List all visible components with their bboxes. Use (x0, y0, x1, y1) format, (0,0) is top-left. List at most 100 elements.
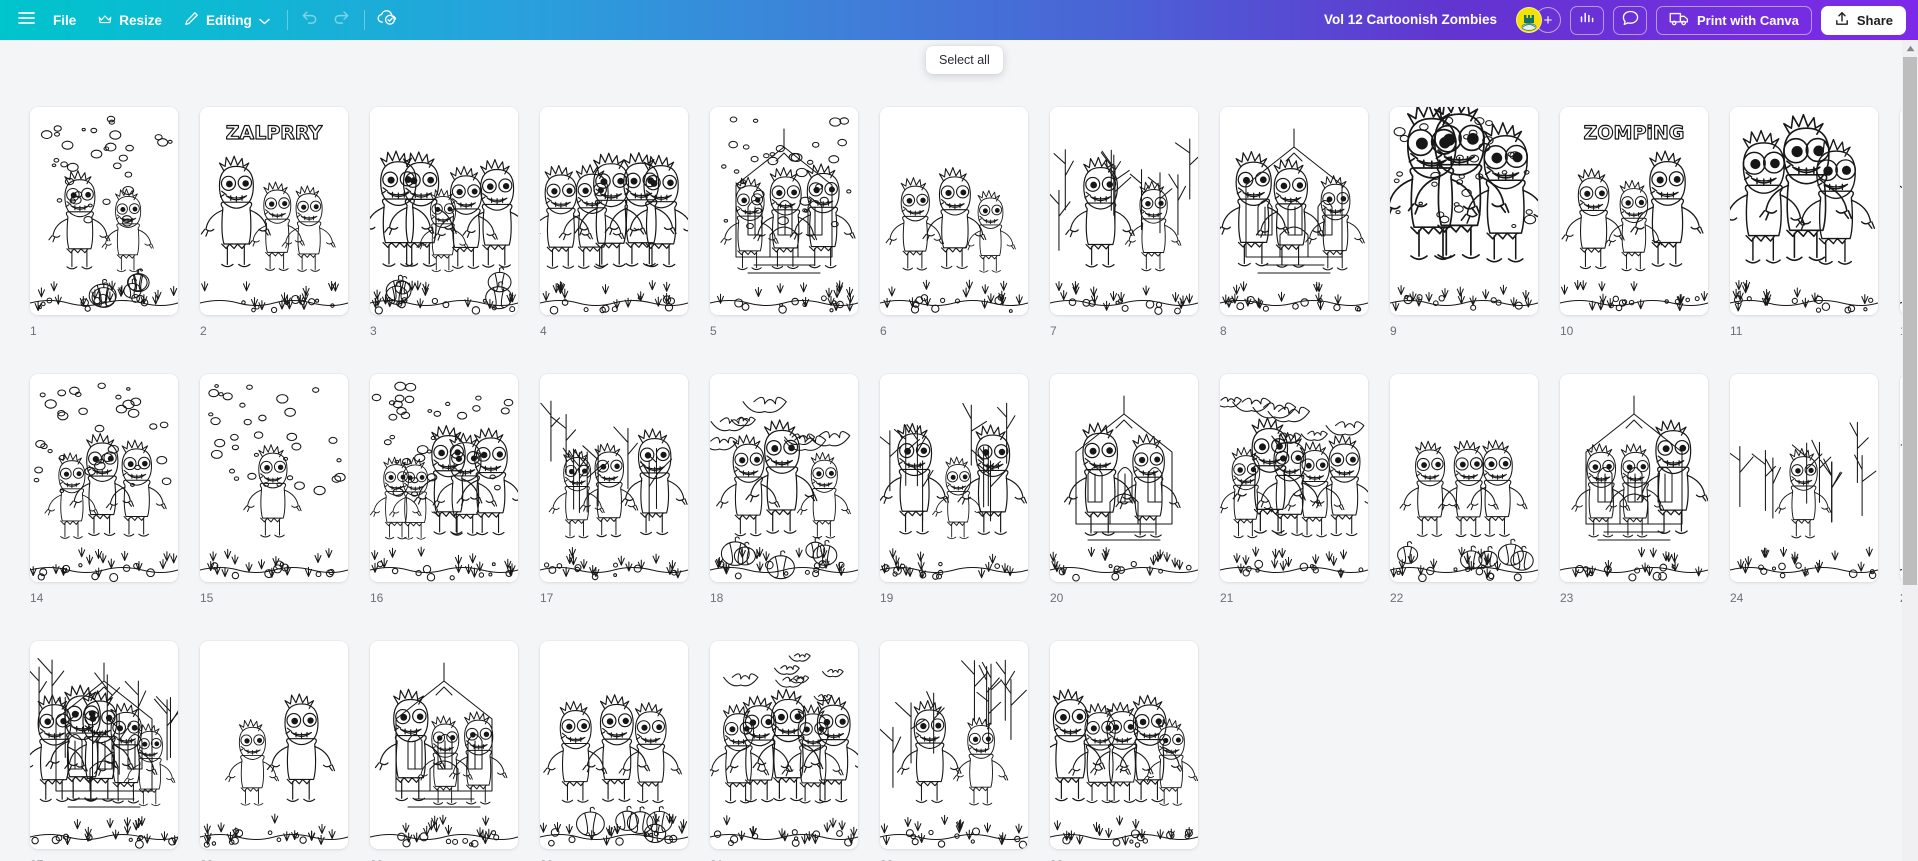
share-button[interactable]: Share (1820, 5, 1906, 35)
select-all-label: Select all (939, 53, 990, 67)
page-number-label: 19 (880, 591, 894, 605)
editing-mode-button[interactable]: Editing (173, 5, 281, 35)
page-thumbnail[interactable] (540, 107, 688, 315)
page-thumbnail[interactable] (1390, 107, 1538, 315)
delivery-truck-icon (1669, 11, 1689, 29)
page-cell: 4 (540, 107, 688, 338)
page-thumbnail[interactable] (540, 374, 688, 582)
page-number-label: 15 (200, 591, 214, 605)
page-thumbnail[interactable] (1220, 374, 1368, 582)
select-all-tooltip[interactable]: Select all (926, 46, 1003, 74)
pencil-icon (184, 11, 199, 29)
svg-text:ZALPRRY: ZALPRRY (226, 122, 323, 144)
undo-button[interactable] (294, 5, 326, 35)
page-cell: 19 (880, 374, 1028, 605)
print-with-canva-button[interactable]: Print with Canva (1656, 5, 1812, 35)
user-avatar[interactable] (1516, 7, 1542, 33)
page-thumbnail[interactable] (880, 374, 1028, 582)
page-cell: 14 (30, 374, 178, 605)
page-cell: 17 (540, 374, 688, 605)
resize-label: Resize (119, 12, 163, 28)
page-thumbnail[interactable] (30, 374, 178, 582)
pages-grid-area: 1ZALPRRY23456789ZOMPiNG10111213141516171… (0, 40, 1918, 861)
page-number-label: 22 (1390, 591, 1404, 605)
file-menu-button[interactable]: File (42, 5, 87, 35)
page-cell: 24 (1730, 374, 1878, 605)
page-number-label: 18 (710, 591, 724, 605)
page-thumbnail[interactable] (370, 107, 518, 315)
page-number-label: 24 (1730, 591, 1744, 605)
page-cell: 30 (540, 641, 688, 861)
page-thumbnail[interactable] (1050, 641, 1198, 849)
insights-button[interactable] (1570, 5, 1604, 35)
plus-icon: + (1543, 11, 1553, 29)
comment-bubble-icon (1622, 10, 1639, 31)
page-cell: 21 (1220, 374, 1368, 605)
cloud-check-icon (377, 9, 397, 31)
page-number-label: 1 (30, 324, 37, 338)
page-cell: 1 (30, 107, 178, 338)
page-thumbnail[interactable] (200, 374, 348, 582)
share-label: Share (1856, 12, 1893, 28)
page-thumbnail[interactable] (710, 107, 858, 315)
undo-arrow-icon (301, 10, 318, 30)
page-cell: 3 (370, 107, 518, 338)
page-cell: 33 (1050, 641, 1198, 861)
page-thumbnail[interactable] (1730, 374, 1878, 582)
share-upload-icon (1834, 11, 1850, 30)
page-number-label: 6 (880, 324, 887, 338)
page-thumbnail[interactable] (370, 374, 518, 582)
page-cell: 31 (710, 641, 858, 861)
page-cell: 5 (710, 107, 858, 338)
page-number-label: 4 (540, 324, 547, 338)
page-thumbnail[interactable] (1730, 107, 1878, 315)
redo-arrow-icon (333, 10, 350, 30)
scrollbar-thumb[interactable] (1903, 57, 1917, 585)
page-cell: 20 (1050, 374, 1198, 605)
hamburger-menu-button[interactable] (10, 5, 42, 35)
page-cell: 15 (200, 374, 348, 605)
page-number-label: 16 (370, 591, 384, 605)
page-thumbnail[interactable] (710, 641, 858, 849)
page-number-label: 11 (1730, 324, 1743, 338)
chevron-down-icon (259, 13, 270, 28)
page-thumbnail[interactable]: ZALPRRY (200, 107, 348, 315)
toolbar-right-group: Vol 12 Cartoonish Zombies + Print with C… (1314, 5, 1918, 35)
page-number-label: 14 (30, 591, 44, 605)
page-thumbnail[interactable] (1390, 374, 1538, 582)
vertical-scrollbar[interactable] (1902, 40, 1918, 861)
print-label: Print with Canva (1697, 12, 1799, 28)
page-thumbnail[interactable] (710, 374, 858, 582)
page-thumbnail[interactable] (30, 107, 178, 315)
page-thumbnail[interactable] (880, 641, 1028, 849)
page-thumbnail[interactable] (30, 641, 178, 849)
page-cell: 22 (1390, 374, 1538, 605)
bar-chart-icon (1579, 10, 1595, 30)
page-thumbnail[interactable] (880, 107, 1028, 315)
page-number-label: 7 (1050, 324, 1057, 338)
document-title[interactable]: Vol 12 Cartoonish Zombies (1314, 6, 1507, 34)
page-number-label: 8 (1220, 324, 1227, 338)
scroll-up-button[interactable] (1902, 40, 1918, 56)
page-thumbnail[interactable] (1050, 107, 1198, 315)
page-number-label: 10 (1560, 324, 1574, 338)
page-thumbnail[interactable]: ZOMPiNG (1560, 107, 1708, 315)
page-thumbnail[interactable] (370, 641, 518, 849)
page-thumbnail[interactable] (1220, 107, 1368, 315)
page-cell: 7 (1050, 107, 1198, 338)
cloud-save-status-button[interactable] (371, 5, 403, 35)
page-cell: 23 (1560, 374, 1708, 605)
redo-button[interactable] (326, 5, 358, 35)
page-number-label: 2 (200, 324, 207, 338)
page-thumbnail[interactable] (200, 641, 348, 849)
page-thumbnail[interactable] (1560, 374, 1708, 582)
resize-button[interactable]: Resize (87, 5, 173, 35)
page-number-label: 3 (370, 324, 377, 338)
page-thumbnail[interactable] (540, 641, 688, 849)
page-cell: 16 (370, 374, 518, 605)
page-cell: 9 (1390, 107, 1538, 338)
comments-button[interactable] (1613, 5, 1647, 35)
page-number-label: 23 (1560, 591, 1574, 605)
page-cell: 11 (1730, 107, 1878, 338)
page-thumbnail[interactable] (1050, 374, 1198, 582)
